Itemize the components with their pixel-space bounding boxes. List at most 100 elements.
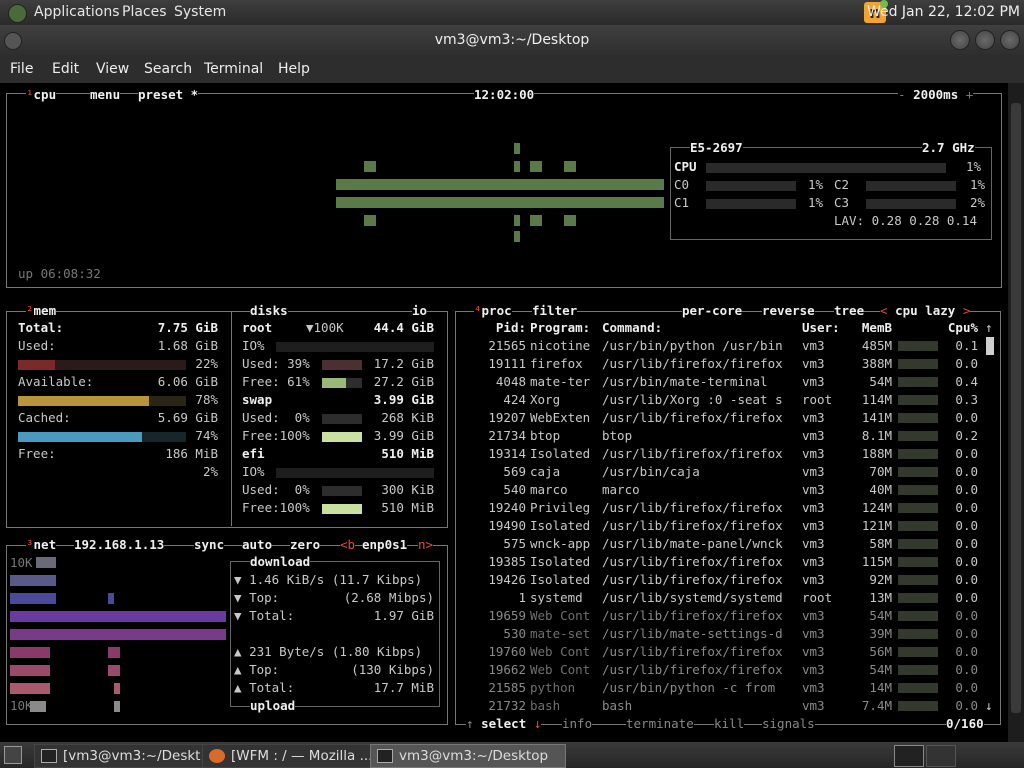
panel-clock[interactable]: Wed Jan 22, 12:02 PM <box>867 4 1020 20</box>
proc-select-button[interactable]: ↑ select ↓ <box>466 715 542 733</box>
menu-file[interactable]: File <box>10 61 33 77</box>
proc-kill-button[interactable]: kill <box>714 715 745 733</box>
proc-count: 0/160 <box>946 715 984 733</box>
show-desktop-icon[interactable] <box>4 746 22 764</box>
scroll-down-icon[interactable]: ↓ <box>985 697 993 715</box>
window-menu-icon[interactable] <box>4 32 22 50</box>
proc-cell-mem: 54M <box>869 608 892 623</box>
scroll-up-icon[interactable]: ↑ <box>985 319 993 337</box>
proc-cell-command: /usr/lib/systemd/systemd <box>602 590 783 605</box>
menu-help[interactable]: Help <box>278 61 310 77</box>
proc-cell-cpu: 0.0 <box>955 644 978 659</box>
proc-cell-cpu: 0.0 <box>955 536 978 551</box>
disk-efi-used-label: Used: 0% <box>242 482 310 497</box>
proc-cell-program: Isolated <box>530 518 591 533</box>
proc-cell-pid: 4048 <box>495 374 526 389</box>
proc-cell-pid: 540 <box>503 482 526 497</box>
net-sync-toggle[interactable]: sync <box>194 536 225 554</box>
io-toggle[interactable]: io <box>412 302 428 320</box>
net-auto-toggle[interactable]: auto <box>242 536 273 554</box>
load-average: LAV: 0.28 0.28 0.14 <box>834 213 977 228</box>
disk-root-name: root <box>242 320 273 335</box>
proc-info-button[interactable]: info <box>562 715 593 733</box>
proc-cell-program: Xorg <box>530 392 561 407</box>
menu-edit[interactable]: Edit <box>52 61 79 77</box>
proc-cell-mem: 40M <box>869 482 892 497</box>
firefox-icon <box>209 749 225 763</box>
workspace-2[interactable] <box>926 745 956 767</box>
proc-cpu-graph <box>898 683 938 693</box>
proc-scrollbar-thumb[interactable] <box>986 337 994 355</box>
proc-filter-button[interactable]: filter <box>532 302 578 320</box>
col-command[interactable]: Command: <box>602 319 662 337</box>
cpu-tab[interactable]: ¹cpu <box>26 86 57 104</box>
proc-tab[interactable]: ⁴proc <box>474 302 512 320</box>
cpu-interval[interactable]: - 2000ms + <box>898 86 974 104</box>
col-mem[interactable]: MemB <box>852 319 892 337</box>
net-prev-interface[interactable]: <b <box>340 536 356 554</box>
proc-sort-selector[interactable]: < cpu lazy > <box>880 302 971 320</box>
menu-view[interactable]: View <box>96 61 129 77</box>
mem-free-label: Free: <box>18 446 56 461</box>
terminal-scrollbar[interactable] <box>1008 83 1024 742</box>
window-titlebar[interactable]: vm3@vm3:~/Desktop <box>0 25 1024 55</box>
system-logo-icon[interactable] <box>8 4 27 23</box>
upload-rate: ▲ 231 Byte/s (1.80 Kibps) <box>234 644 423 659</box>
cpu-frequency: 2.7 GHz <box>922 139 975 157</box>
proc-tree-toggle[interactable]: tree <box>834 302 865 320</box>
proc-cell-command: /usr/lib/mate-settings-d <box>602 626 783 641</box>
proc-cell-cpu: 0.0 <box>955 554 978 569</box>
proc-cell-pid: 1 <box>518 590 526 605</box>
places-menu[interactable]: Places <box>122 4 167 20</box>
proc-cell-mem: 388M <box>861 356 892 371</box>
workspace-switcher[interactable] <box>894 745 924 767</box>
mem-disks-divider <box>231 312 232 526</box>
task-firefox[interactable]: [WFM : / — Mozilla ... <box>202 744 398 768</box>
col-cpu[interactable]: Cpu% <box>940 319 978 337</box>
proc-signals-button[interactable]: signals <box>762 715 815 733</box>
terminal-area[interactable]: ¹cpu menu preset * 12:02:00 - 2000ms + u… <box>0 83 1008 742</box>
proc-cell-program: wnck-app <box>530 536 591 551</box>
proc-cpu-graph <box>898 539 938 549</box>
core-c2-pct: 1% <box>970 177 986 192</box>
cpu-preset-button[interactable]: preset * <box>138 86 199 104</box>
disk-efi-name: efi <box>242 446 265 461</box>
mem-cached-value: 5.69 GiB <box>157 410 218 425</box>
proc-cell-program: firefox <box>530 356 583 371</box>
proc-percore-toggle[interactable]: per-core <box>682 302 743 320</box>
col-pid[interactable]: Pid: <box>474 319 526 337</box>
close-icon[interactable] <box>1000 30 1020 50</box>
system-menu[interactable]: System <box>174 4 226 20</box>
mem-tab[interactable]: ²mem <box>26 302 57 320</box>
proc-cell-cpu: 0.0 <box>955 518 978 533</box>
proc-cell-cpu: 0.0 <box>955 446 978 461</box>
menu-search[interactable]: Search <box>144 61 192 77</box>
disks-tab[interactable]: disks <box>250 302 288 320</box>
applications-menu[interactable]: Applications <box>34 4 120 20</box>
maximize-icon[interactable] <box>975 30 995 50</box>
col-program[interactable]: Program: <box>530 319 590 337</box>
task-terminal-1[interactable]: [vm3@vm3:~/Deskt... <box>34 744 230 768</box>
menu-terminal[interactable]: Terminal <box>204 61 263 77</box>
proc-cpu-graph <box>898 647 938 657</box>
col-user[interactable]: User: <box>802 319 840 337</box>
net-zero-button[interactable]: zero <box>290 536 321 554</box>
proc-cell-command: /usr/lib/firefox/firefox <box>602 554 783 569</box>
task-terminal-active[interactable]: vm3@vm3:~/Desktop <box>370 744 566 768</box>
terminal-scrollbar-thumb[interactable] <box>1011 103 1021 713</box>
proc-cell-user: vm3 <box>802 698 825 713</box>
minimize-icon[interactable] <box>950 30 970 50</box>
mem-used-label: Used: <box>18 338 56 353</box>
cpu-menu-button[interactable]: menu <box>90 86 121 104</box>
net-next-interface[interactable]: n> <box>418 536 434 554</box>
download-total: 1.97 GiB <box>373 608 434 623</box>
disk-efi-free: 510 MiB <box>381 500 434 515</box>
mem-available-value: 6.06 GiB <box>157 374 218 389</box>
proc-cell-command: /usr/lib/firefox/firefox <box>602 410 783 425</box>
proc-cell-program: mate-ter <box>530 374 591 389</box>
proc-terminate-button[interactable]: terminate <box>626 715 694 733</box>
net-tab[interactable]: ³net <box>26 536 57 554</box>
proc-reverse-toggle[interactable]: reverse <box>762 302 815 320</box>
proc-cell-command: bash <box>602 698 633 713</box>
proc-cell-cpu: 0.4 <box>955 374 978 389</box>
